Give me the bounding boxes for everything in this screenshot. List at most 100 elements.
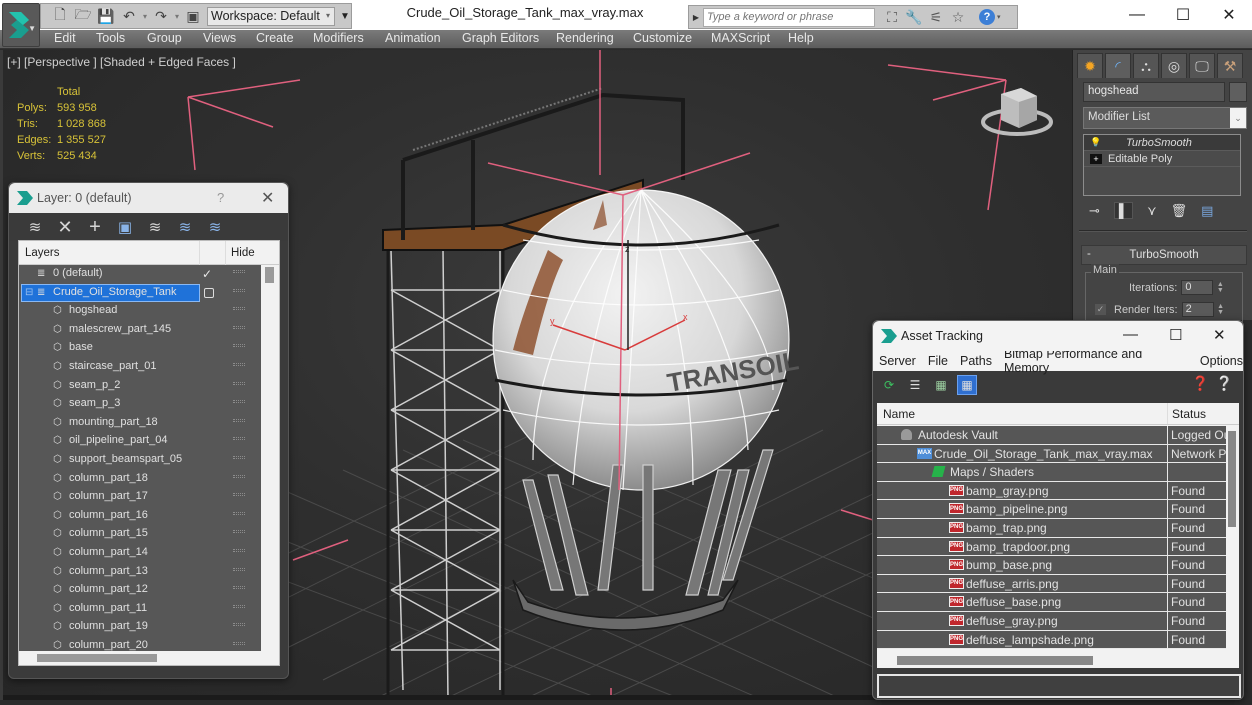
thumbnail-view-icon[interactable]: ▦	[931, 375, 951, 395]
layer-settings-icon[interactable]: ≋	[205, 217, 225, 237]
help-icon[interactable]: ❓	[1192, 375, 1209, 392]
hide-toggle[interactable]	[233, 493, 245, 497]
object-row[interactable]: ⬡ column_part_18	[19, 470, 261, 489]
asset-row[interactable]: Autodesk Vault Logged Out	[877, 426, 1226, 445]
object-row[interactable]: ⬡ oil_pipeline_part_04	[19, 432, 261, 451]
object-row[interactable]: ⬡ hogshead	[19, 302, 261, 321]
asset-row[interactable]: PNG deffuse_base.png Found	[877, 593, 1226, 612]
horizontal-scrollbar[interactable]	[19, 651, 261, 665]
asset-row[interactable]: Maps / Shaders	[877, 463, 1226, 482]
scrollbar-thumb[interactable]	[265, 267, 274, 283]
hide-toggle[interactable]	[233, 623, 245, 627]
redo-dropdown-icon[interactable]: ▾	[175, 12, 179, 21]
current-layer-check-icon[interactable]: ✓	[202, 267, 212, 281]
hide-toggle[interactable]	[233, 400, 245, 404]
menu-options[interactable]: Options	[1200, 354, 1243, 368]
add-to-layer-icon[interactable]: +	[85, 216, 105, 238]
create-tab[interactable]: ✹	[1077, 53, 1103, 78]
show-end-result-icon[interactable]: ▌	[1113, 202, 1134, 219]
viewport-label-menu[interactable]: [+] [Perspective ] [Shaded + Edged Faces…	[7, 55, 236, 69]
horizontal-scrollbar[interactable]	[877, 652, 1226, 668]
hide-toggle[interactable]	[233, 511, 245, 515]
asset-row[interactable]: PNG bamp_trapdoor.png Found	[877, 537, 1226, 557]
scrollbar-thumb[interactable]	[1228, 431, 1236, 527]
hide-toggle[interactable]	[233, 270, 245, 273]
maximize-button[interactable]: ☐	[1169, 326, 1182, 344]
refresh-icon[interactable]: ⟳	[879, 375, 899, 395]
expand-plus-icon[interactable]: +	[1090, 153, 1102, 164]
maximize-button[interactable]: ☐	[1160, 2, 1206, 28]
hide-toggle[interactable]	[233, 604, 245, 608]
asset-row[interactable]: PNG deffuse_arris.png Found	[877, 574, 1226, 594]
hide-toggle[interactable]	[233, 530, 245, 534]
application-menu-button[interactable]: ▼	[2, 3, 40, 47]
expand-search-icon[interactable]: ▶	[689, 13, 703, 22]
close-button[interactable]: ✕	[1206, 2, 1252, 28]
spinner-arrows-icon[interactable]: ▲ ▼	[1216, 302, 1226, 317]
create-layer-icon[interactable]: ≋	[25, 217, 45, 237]
column-status[interactable]: Status	[1168, 403, 1224, 424]
turbosmooth-rollout-header[interactable]: - TurboSmooth	[1081, 245, 1247, 265]
hide-toggle[interactable]	[233, 362, 245, 366]
hide-toggle[interactable]	[233, 548, 245, 552]
hide-toggle[interactable]	[233, 641, 245, 645]
menu-customize[interactable]: Customize	[633, 31, 692, 45]
context-help-icon[interactable]: ❔	[1216, 375, 1233, 392]
menu-maxscript[interactable]: MAXScript	[711, 31, 770, 45]
hide-toggle[interactable]	[233, 381, 245, 385]
object-row[interactable]: ⬡ mounting_part_18	[19, 414, 261, 433]
undo-icon[interactable]: ↶	[120, 7, 138, 25]
configure-sets-icon[interactable]: ▤	[1201, 203, 1213, 219]
menu-file[interactable]: File	[928, 354, 948, 368]
stack-item-editable-poly[interactable]: + Editable Poly	[1084, 151, 1240, 167]
object-row[interactable]: ⬡ column_part_17	[19, 488, 261, 507]
hide-toggle[interactable]	[233, 567, 245, 571]
close-button[interactable]: ✕	[1213, 326, 1226, 344]
favorites-star-icon[interactable]: ☆	[947, 6, 969, 28]
vertical-scrollbar[interactable]	[261, 265, 279, 651]
column-current[interactable]	[200, 240, 226, 265]
object-row[interactable]: ⬡ malescrew_part_145	[19, 321, 261, 340]
menu-animation[interactable]: Animation	[385, 31, 441, 45]
workspace-dropdown[interactable]: Workspace: Default ▾	[207, 6, 336, 26]
hide-toggle[interactable]	[233, 437, 245, 441]
asset-row[interactable]: PNG bamp_pipeline.png Found	[877, 500, 1226, 519]
select-objects-icon[interactable]: ▣	[115, 217, 135, 237]
menu-help[interactable]: Help	[788, 31, 814, 45]
object-row[interactable]: ⬡ column_part_19	[19, 618, 261, 637]
viewcube[interactable]	[981, 80, 1053, 140]
object-row[interactable]: ⬡ column_part_15	[19, 525, 261, 544]
customize-toolbar-icon[interactable]: ▼	[340, 11, 350, 22]
asset-row[interactable]: PNG deffuse_gray.png Found	[877, 611, 1226, 631]
table-view-icon[interactable]: ▦	[957, 375, 977, 395]
hide-toggle[interactable]	[233, 307, 245, 311]
object-row[interactable]: ⬡ column_part_11	[19, 600, 261, 619]
hide-toggle[interactable]	[233, 586, 245, 590]
project-folder-icon[interactable]: ▣	[184, 7, 202, 25]
hide-toggle[interactable]	[233, 325, 245, 329]
subscription-icon[interactable]: ⚟	[925, 6, 947, 28]
asset-row[interactable]: PNG bump_base.png Found	[877, 556, 1226, 575]
help-button[interactable]: ?	[217, 190, 224, 205]
asset-tracking-titlebar[interactable]: Asset Tracking — ☐ ✕	[873, 321, 1243, 351]
pin-stack-icon[interactable]: ⊸	[1089, 203, 1100, 219]
undo-dropdown-icon[interactable]: ▾	[143, 12, 147, 21]
save-icon[interactable]: 💾	[97, 7, 115, 25]
object-row[interactable]: ⬡ column_part_12	[19, 581, 261, 600]
spinner-arrows-icon[interactable]: ▲ ▼	[1215, 280, 1225, 295]
object-row[interactable]: ⬡ column_part_16	[19, 507, 261, 526]
modify-tab[interactable]: ◜	[1105, 53, 1131, 78]
object-name-field[interactable]: hogshead	[1083, 82, 1225, 102]
asset-row[interactable]: PNG bamp_trap.png Found	[877, 518, 1226, 538]
object-row[interactable]: ⬡ column_part_13	[19, 563, 261, 582]
stack-item-turbosmooth[interactable]: 💡 TurboSmooth	[1084, 135, 1240, 151]
search-input[interactable]	[703, 7, 875, 27]
collapse-icon[interactable]: ⊟	[25, 287, 33, 298]
object-row[interactable]: ⬡ seam_p_2	[19, 377, 261, 396]
display-tab[interactable]: 🖵	[1189, 53, 1215, 78]
vertical-scrollbar[interactable]	[1226, 426, 1239, 652]
menu-create[interactable]: Create	[256, 31, 294, 45]
minimize-button[interactable]: —	[1114, 2, 1160, 28]
scrollbar-thumb[interactable]	[897, 656, 1093, 665]
layer-row[interactable]: ≣ 0 (default) ✓	[19, 265, 261, 284]
